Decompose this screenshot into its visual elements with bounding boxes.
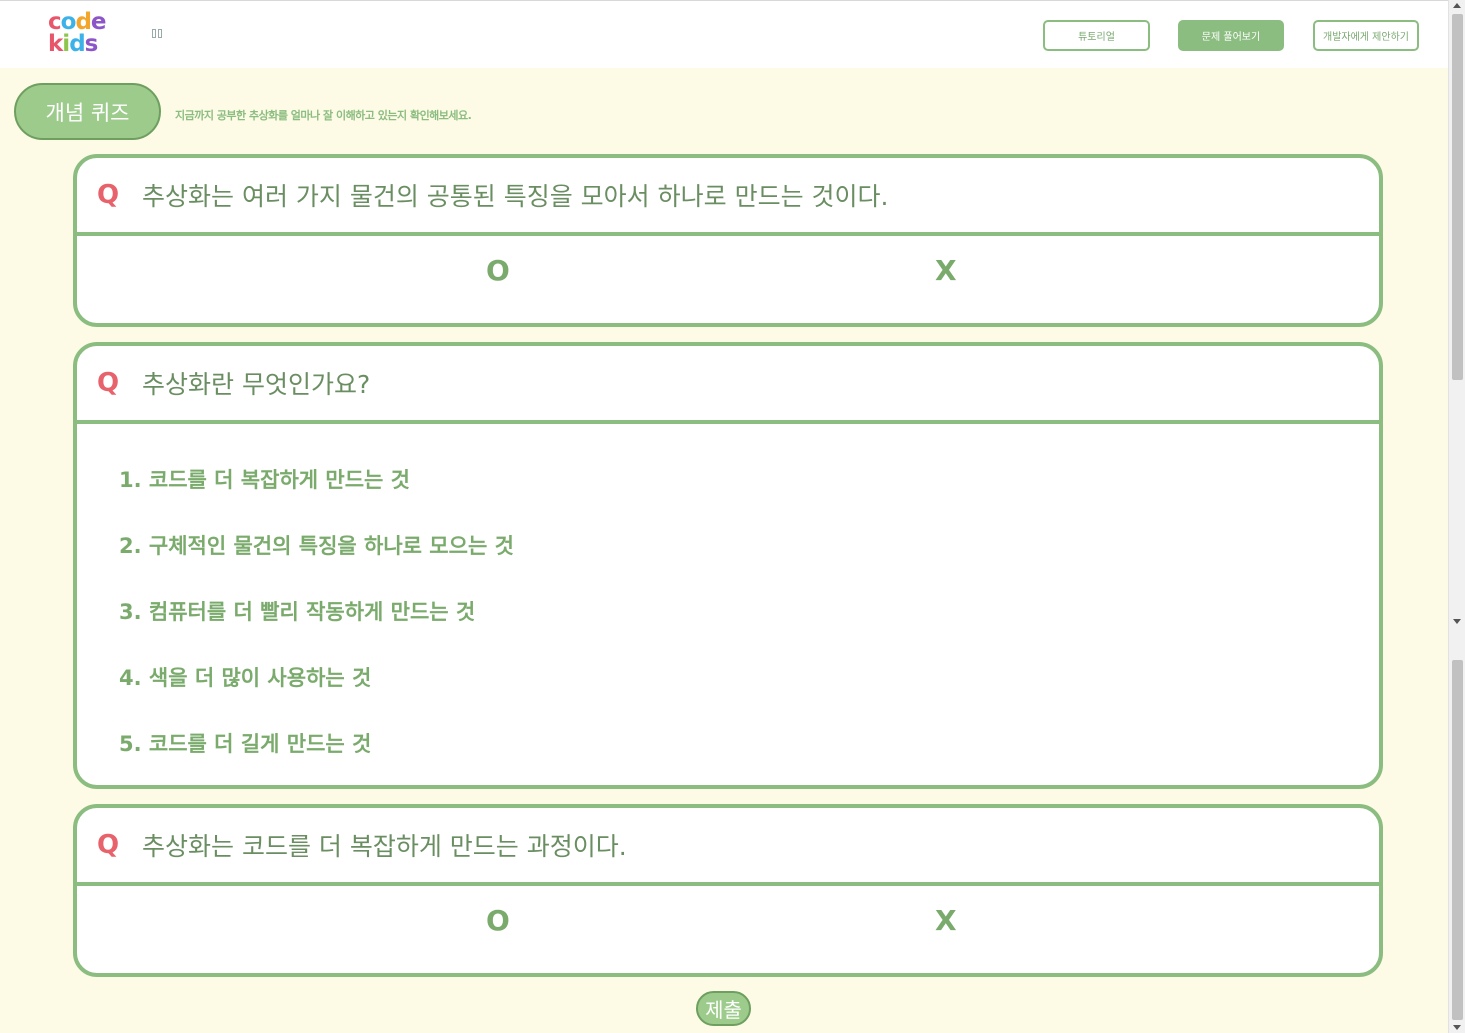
answer-x-button[interactable]: X	[935, 254, 957, 287]
question-text: 추상화는 여러 가지 물건의 공통된 특징을 모아서 하나로 만드는 것이다.	[142, 182, 889, 211]
suggest-to-developer-button[interactable]: 개발자에게 제안하기	[1313, 20, 1419, 51]
question-text: 추상화란 무엇인가요?	[142, 370, 371, 399]
answer-o-button[interactable]: O	[486, 904, 510, 937]
option-5[interactable]: 5. 코드를 더 길게 만드는 것	[119, 728, 1379, 785]
page-title: 개념 퀴즈	[14, 83, 161, 140]
solve-problems-button[interactable]: 문제 풀어보기	[1178, 20, 1284, 51]
answer-x-button[interactable]: X	[935, 904, 957, 937]
option-list: 1. 코드를 더 복잡하게 만드는 것 2. 구체적인 물건의 특징을 하나로 …	[77, 424, 1379, 785]
placeholder-glyph-icon	[152, 29, 164, 39]
ox-answer-row: O X	[77, 886, 1379, 972]
answer-o-button[interactable]: O	[486, 254, 510, 287]
option-1[interactable]: 1. 코드를 더 복잡하게 만드는 것	[119, 464, 1379, 530]
question-card-3: Q 추상화는 코드를 더 복잡하게 만드는 과정이다. O X	[73, 804, 1383, 977]
ox-answer-row: O X	[77, 236, 1379, 322]
scroll-down-arrow-icon[interactable]	[1453, 619, 1461, 624]
question-header: Q 추상화는 여러 가지 물건의 공통된 특징을 모아서 하나로 만드는 것이다…	[77, 158, 1379, 236]
top-header: code kids 튜토리얼 문제 풀어보기 개발자에게 제안하기	[0, 0, 1448, 68]
q-mark: Q	[97, 180, 120, 210]
question-card-2: Q 추상화란 무엇인가요? 1. 코드를 더 복잡하게 만드는 것 2. 구체적…	[73, 342, 1383, 789]
option-3[interactable]: 3. 컴퓨터를 더 빨리 작동하게 만드는 것	[119, 596, 1379, 662]
question-text: 추상화는 코드를 더 복잡하게 만드는 과정이다.	[142, 832, 627, 861]
q-mark: Q	[97, 830, 120, 860]
scroll-bottom-arrow-icon[interactable]	[1453, 1025, 1461, 1030]
codekids-logo[interactable]: code kids	[48, 11, 114, 59]
scrollbar-thumb-lower[interactable]	[1452, 660, 1463, 1020]
question-card-1: Q 추상화는 여러 가지 물건의 공통된 특징을 모아서 하나로 만드는 것이다…	[73, 154, 1383, 327]
option-2[interactable]: 2. 구체적인 물건의 특징을 하나로 모으는 것	[119, 530, 1379, 596]
page-subtitle: 지금까지 공부한 추상화를 얼마나 잘 이해하고 있는지 확인해보세요.	[175, 109, 472, 122]
page-scrollbar[interactable]	[1448, 0, 1465, 1033]
tutorial-button[interactable]: 튜토리얼	[1043, 20, 1150, 51]
option-4[interactable]: 4. 색을 더 많이 사용하는 것	[119, 662, 1379, 728]
scroll-up-arrow-icon[interactable]	[1453, 3, 1461, 8]
scrollbar-thumb[interactable]	[1452, 14, 1463, 380]
submit-button[interactable]: 제출	[696, 991, 751, 1026]
question-header: Q 추상화는 코드를 더 복잡하게 만드는 과정이다.	[77, 808, 1379, 886]
q-mark: Q	[97, 368, 120, 398]
question-header: Q 추상화란 무엇인가요?	[77, 346, 1379, 424]
